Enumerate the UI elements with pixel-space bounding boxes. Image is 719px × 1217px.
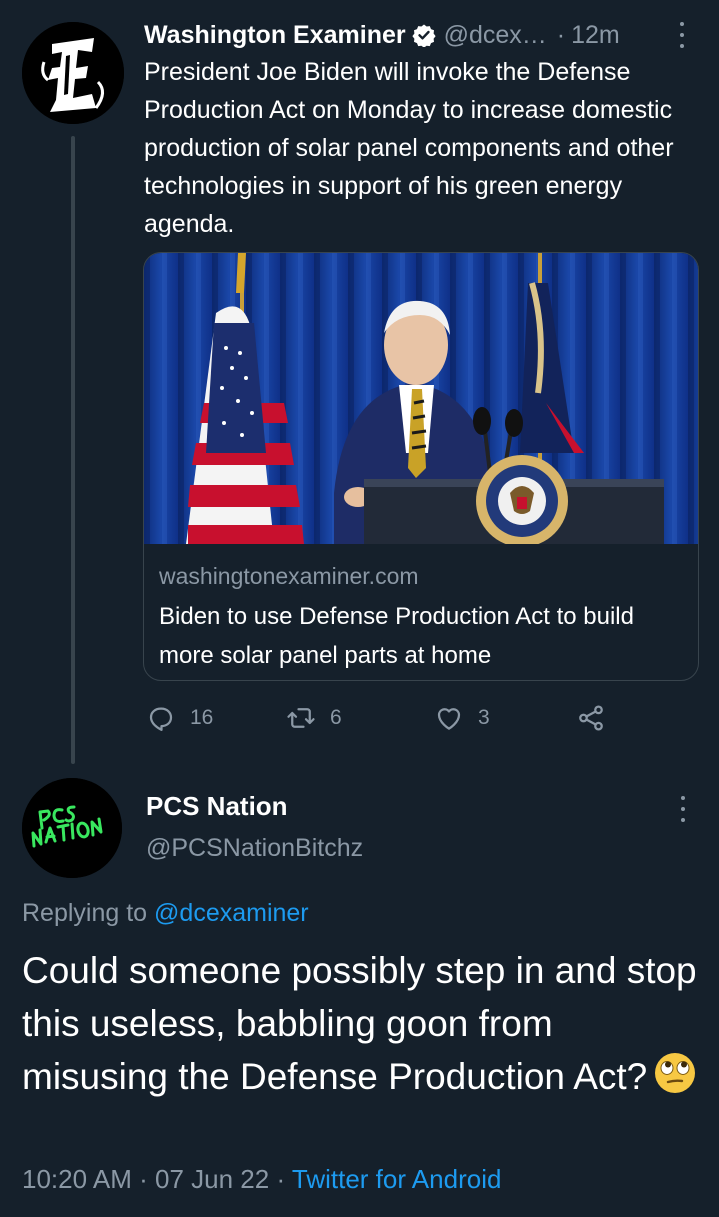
separator-dot: · xyxy=(276,1164,286,1194)
tweet-header: Washington Examiner @dcex… · 12m xyxy=(144,16,705,54)
reply-source-link[interactable]: Twitter for Android xyxy=(292,1164,502,1194)
reply-button[interactable]: 16 xyxy=(146,700,213,736)
author-handle[interactable]: @dcex… xyxy=(444,21,547,50)
like-count: 3 xyxy=(478,706,490,729)
face-with-rolling-eyes-icon xyxy=(655,1053,696,1093)
reply-author-handle[interactable]: @PCSNationBitchz xyxy=(146,834,363,863)
tweet-text: President Joe Biden will invoke the Defe… xyxy=(144,58,674,238)
reply-author-avatar[interactable] xyxy=(22,778,122,878)
reply-count: 16 xyxy=(190,706,214,729)
verified-badge-icon xyxy=(412,24,436,47)
link-card[interactable]: washingtonexaminer.com Biden to use Defe… xyxy=(143,252,699,681)
reply-icon xyxy=(149,707,173,731)
author-avatar[interactable] xyxy=(22,22,124,124)
retweet-icon xyxy=(287,708,315,728)
heart-icon xyxy=(437,708,461,730)
author-name[interactable]: Washington Examiner xyxy=(144,21,406,50)
reply-text: Could someone possibly step in and stop … xyxy=(22,944,702,1103)
share-icon xyxy=(579,705,603,731)
pcs-nation-logo-icon xyxy=(22,778,122,878)
separator-dot: · xyxy=(556,20,566,49)
card-domain: washingtonexaminer.com xyxy=(159,563,419,589)
replying-to-link[interactable]: @dcexaminer xyxy=(154,899,309,927)
replying-prefix: Replying to xyxy=(22,899,148,927)
reply-time: 10:20 AM xyxy=(22,1164,132,1194)
reply-more-options-icon[interactable] xyxy=(678,796,688,822)
reply-author-name[interactable]: PCS Nation xyxy=(146,791,288,822)
replying-to-line: Replying to @dcexaminer xyxy=(22,899,309,928)
thread-connector-line xyxy=(71,136,75,764)
retweet-count: 6 xyxy=(330,706,342,729)
tweet-actions: 16 6 3 xyxy=(146,700,616,736)
tweet-time[interactable]: 12m xyxy=(571,21,620,50)
card-title: Biden to use Defense Production Act to b… xyxy=(159,603,634,669)
retweet-button[interactable]: 6 xyxy=(286,700,342,736)
reply-text-body: Could someone possibly step in and stop … xyxy=(22,950,697,1097)
separator-dot: · xyxy=(139,1164,148,1194)
like-button[interactable]: 3 xyxy=(434,700,490,736)
more-options-icon[interactable] xyxy=(677,22,687,48)
gothic-e-logo-icon xyxy=(22,22,124,124)
card-image xyxy=(144,253,698,544)
press-photo-icon xyxy=(144,253,698,544)
reply-meta: 10:20 AM · 07 Jun 22 · Twitter for Andro… xyxy=(22,1164,501,1195)
share-button[interactable] xyxy=(576,700,606,736)
reply-date: 07 Jun 22 xyxy=(155,1164,270,1194)
